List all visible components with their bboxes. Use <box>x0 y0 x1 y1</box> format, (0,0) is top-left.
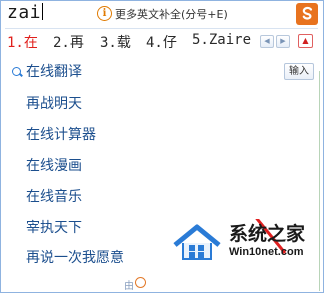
candidate-index: 4. <box>146 35 163 51</box>
candidate-text: Zaire <box>208 32 252 48</box>
house-logo-icon <box>173 224 221 260</box>
text-caret <box>42 3 44 20</box>
candidate-text: 再 <box>69 35 84 51</box>
candidate-index: 3. <box>100 35 117 51</box>
suggestion-item[interactable]: 再说一次我愿意 <box>26 247 124 267</box>
search-icon <box>12 67 21 76</box>
suggestion-item[interactable]: 在线漫画 <box>26 155 82 175</box>
suggestion-item[interactable]: 在线翻译 <box>26 61 82 81</box>
candidate-text: 仔 <box>162 35 177 51</box>
suggestion-item[interactable]: 在线音乐 <box>26 186 82 206</box>
candidate-4[interactable]: 4.仔 <box>146 32 177 52</box>
candidate-2[interactable]: 2.再 <box>53 32 84 52</box>
candidate-index: 2. <box>53 35 70 51</box>
candidate-3[interactable]: 3.载 <box>100 32 131 52</box>
pinyin-text: zai <box>7 2 42 23</box>
suggestion-item[interactable]: 再战明天 <box>26 93 82 113</box>
sogou-logo-icon[interactable] <box>296 3 318 25</box>
watermark-url: Win10net.com <box>229 246 304 258</box>
suggestion-item[interactable]: 在线计算器 <box>26 124 96 144</box>
ime-candidate-window: zai i 更多英文补全(分号+E) 1.在 2.再 3.载 4.仔 5.Zai… <box>0 0 324 293</box>
composition-row: zai i 更多英文补全(分号+E) <box>1 1 323 27</box>
candidate-row: 1.在 2.再 3.载 4.仔 5.Zaire ◀ ▶ ▲ <box>1 30 323 54</box>
sogou-small-icon <box>135 277 146 288</box>
next-page-icon[interactable]: ▶ <box>276 35 290 48</box>
suggestion-item[interactable]: 宰执天下 <box>26 217 82 237</box>
candidate-text: 载 <box>116 35 131 51</box>
candidate-5[interactable]: 5.Zaire <box>192 32 251 48</box>
watermark: 系统之家 Win10net.com <box>169 219 324 294</box>
candidate-index: 5. <box>192 32 209 48</box>
input-button[interactable]: 输入 <box>284 63 314 80</box>
pinyin-input[interactable]: zai <box>7 2 44 23</box>
candidate-index: 1. <box>7 35 24 51</box>
watermark-title: 系统之家 <box>229 223 306 245</box>
powered-by-label: 由 <box>124 281 134 292</box>
expand-candidates-icon[interactable]: ▲ <box>298 34 313 48</box>
composition-divider <box>5 28 318 29</box>
prev-page-icon[interactable]: ◀ <box>260 35 274 48</box>
candidate-text: 在 <box>23 35 38 51</box>
english-completion-hint[interactable]: 更多英文补全(分号+E) <box>115 6 228 22</box>
candidate-1[interactable]: 1.在 <box>7 32 38 52</box>
info-icon[interactable]: i <box>97 6 112 21</box>
